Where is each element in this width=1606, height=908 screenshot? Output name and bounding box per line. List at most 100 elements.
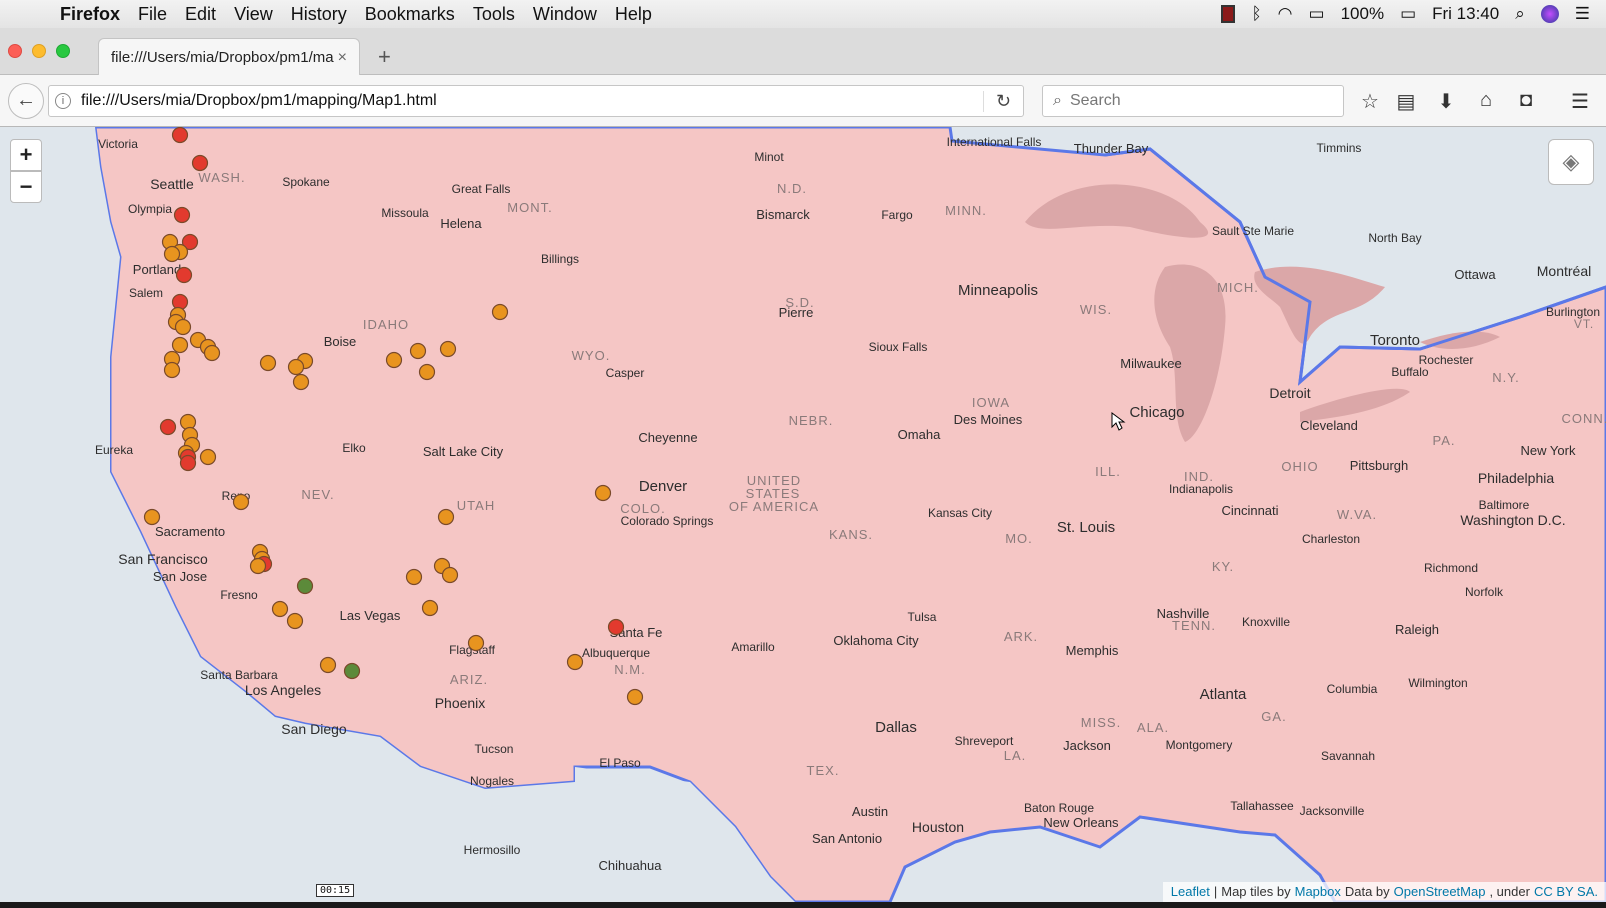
zoom-in-button[interactable]: + <box>10 139 42 171</box>
volcano-marker[interactable] <box>439 340 457 358</box>
volcano-marker[interactable] <box>409 342 427 360</box>
volcano-marker[interactable] <box>174 318 192 336</box>
menu-edit[interactable]: Edit <box>185 4 230 25</box>
volcano-marker[interactable] <box>626 688 644 706</box>
bookmark-star-icon[interactable]: ☆ <box>1356 89 1384 114</box>
city-label: Charleston <box>1302 532 1360 546</box>
volcano-marker[interactable] <box>385 351 403 369</box>
state-label: TENN. <box>1172 618 1216 633</box>
hamburger-menu-icon[interactable]: ☰ <box>1566 89 1594 114</box>
city-label: Des Moines <box>954 412 1023 427</box>
back-button[interactable]: ← <box>8 83 44 119</box>
wifi-icon[interactable]: ◠ <box>1278 4 1293 24</box>
volcano-marker[interactable] <box>319 656 337 674</box>
city-label: Eureka <box>95 443 133 457</box>
volcano-marker[interactable] <box>179 454 197 472</box>
volcano-marker[interactable] <box>199 448 217 466</box>
menu-window[interactable]: Window <box>533 4 611 25</box>
site-info-icon[interactable]: i <box>55 93 71 109</box>
volcano-marker[interactable] <box>292 373 310 391</box>
menu-history[interactable]: History <box>291 4 361 25</box>
volcano-marker[interactable] <box>249 557 267 575</box>
battery-icon[interactable]: ▭ <box>1400 4 1416 24</box>
leaflet-map[interactable]: Victoria Seattle WASH. Spokane Olympia Portla… <box>0 127 1606 902</box>
url-bar[interactable]: i file:///Users/mia/Dropbox/pm1/mapping/… <box>48 85 1024 117</box>
volcano-marker[interactable] <box>232 493 250 511</box>
menu-bookmarks[interactable]: Bookmarks <box>365 4 469 25</box>
airplay-icon[interactable]: ▭ <box>1309 4 1325 24</box>
url-text[interactable]: file:///Users/mia/Dropbox/pm1/mapping/Ma… <box>81 92 437 110</box>
volcano-marker[interactable] <box>491 303 509 321</box>
volcano-marker[interactable] <box>594 484 612 502</box>
notification-center-icon[interactable]: ☰ <box>1575 4 1590 24</box>
volcano-marker[interactable] <box>418 363 436 381</box>
window-close-button[interactable] <box>8 44 22 58</box>
leaflet-link[interactable]: Leaflet <box>1171 884 1210 900</box>
state-label: ARK. <box>1004 629 1038 644</box>
volcano-marker[interactable] <box>191 154 209 172</box>
volcano-marker[interactable] <box>467 634 485 652</box>
volcano-marker[interactable] <box>271 600 289 618</box>
volcano-marker[interactable] <box>203 344 221 362</box>
volcano-marker[interactable] <box>173 206 191 224</box>
volcano-marker[interactable] <box>163 245 181 263</box>
window-minimize-button[interactable] <box>32 44 46 58</box>
browser-tab[interactable]: file:///Users/mia/Dropbox/pm1/ma × <box>98 38 360 76</box>
home-icon[interactable]: ⌂ <box>1472 89 1500 112</box>
city-label: Olympia <box>128 202 172 216</box>
reload-icon[interactable]: ↻ <box>983 90 1023 112</box>
map-canvas[interactable]: Victoria Seattle WASH. Spokane Olympia Portla… <box>0 127 1606 902</box>
volcano-marker[interactable] <box>171 127 189 144</box>
city-label: Norfolk <box>1465 585 1504 599</box>
recording-icon[interactable] <box>1221 5 1236 23</box>
new-tab-icon[interactable]: + <box>378 44 391 70</box>
search-placeholder[interactable]: Search <box>1070 92 1121 110</box>
pocket-icon[interactable]: ◘ <box>1512 89 1540 112</box>
state-label: IOWA <box>972 395 1010 410</box>
openstreetmap-link[interactable]: OpenStreetMap <box>1394 884 1486 900</box>
city-label: Pierre <box>779 305 814 320</box>
volcano-marker[interactable] <box>296 577 314 595</box>
volcano-marker[interactable] <box>259 354 277 372</box>
menu-help[interactable]: Help <box>615 4 666 25</box>
state-label: PA. <box>1433 433 1456 448</box>
volcano-marker[interactable] <box>566 653 584 671</box>
state-label: OHIO <box>1281 459 1318 474</box>
volcano-marker[interactable] <box>437 508 455 526</box>
mapbox-link[interactable]: Mapbox <box>1295 884 1341 900</box>
volcano-marker[interactable] <box>287 358 305 376</box>
city-label: El Paso <box>599 756 641 770</box>
reading-list-icon[interactable]: ▤ <box>1392 89 1420 114</box>
volcano-marker[interactable] <box>286 612 304 630</box>
menu-app-firefox[interactable]: Firefox <box>60 4 134 25</box>
menu-view[interactable]: View <box>234 4 287 25</box>
volcano-marker[interactable] <box>171 336 189 354</box>
search-input[interactable]: ⌕ Search <box>1042 85 1344 117</box>
city-label: San Antonio <box>812 831 882 846</box>
volcano-marker[interactable] <box>441 566 459 584</box>
siri-icon[interactable] <box>1540 5 1559 23</box>
window-zoom-button[interactable] <box>56 44 70 58</box>
zoom-out-button[interactable]: − <box>10 171 42 203</box>
volcano-marker[interactable] <box>143 508 161 526</box>
volcano-marker[interactable] <box>343 662 361 680</box>
layers-control-icon[interactable]: ◈ <box>1548 139 1594 185</box>
menu-file[interactable]: File <box>138 4 181 25</box>
volcano-marker[interactable] <box>175 266 193 284</box>
video-timestamp: 00:15 <box>316 884 355 897</box>
volcano-marker[interactable] <box>405 568 423 586</box>
volcano-marker[interactable] <box>607 618 625 636</box>
volcano-marker[interactable] <box>421 599 439 617</box>
clock[interactable]: Fri 13:40 <box>1432 4 1499 24</box>
spotlight-search-icon[interactable]: ⌕ <box>1515 4 1525 24</box>
tab-close-icon[interactable]: × <box>338 49 347 67</box>
license-link[interactable]: CC BY SA. <box>1534 884 1598 900</box>
volcano-marker[interactable] <box>159 418 177 436</box>
bluetooth-icon[interactable]: ᛒ <box>1251 4 1261 24</box>
city-label: Washington D.C. <box>1460 512 1565 528</box>
city-label: International Falls <box>947 135 1042 149</box>
menu-tools[interactable]: Tools <box>473 4 529 25</box>
city-label: Elko <box>342 441 366 455</box>
volcano-marker[interactable] <box>163 361 181 379</box>
downloads-icon[interactable]: ⬇ <box>1432 89 1460 114</box>
